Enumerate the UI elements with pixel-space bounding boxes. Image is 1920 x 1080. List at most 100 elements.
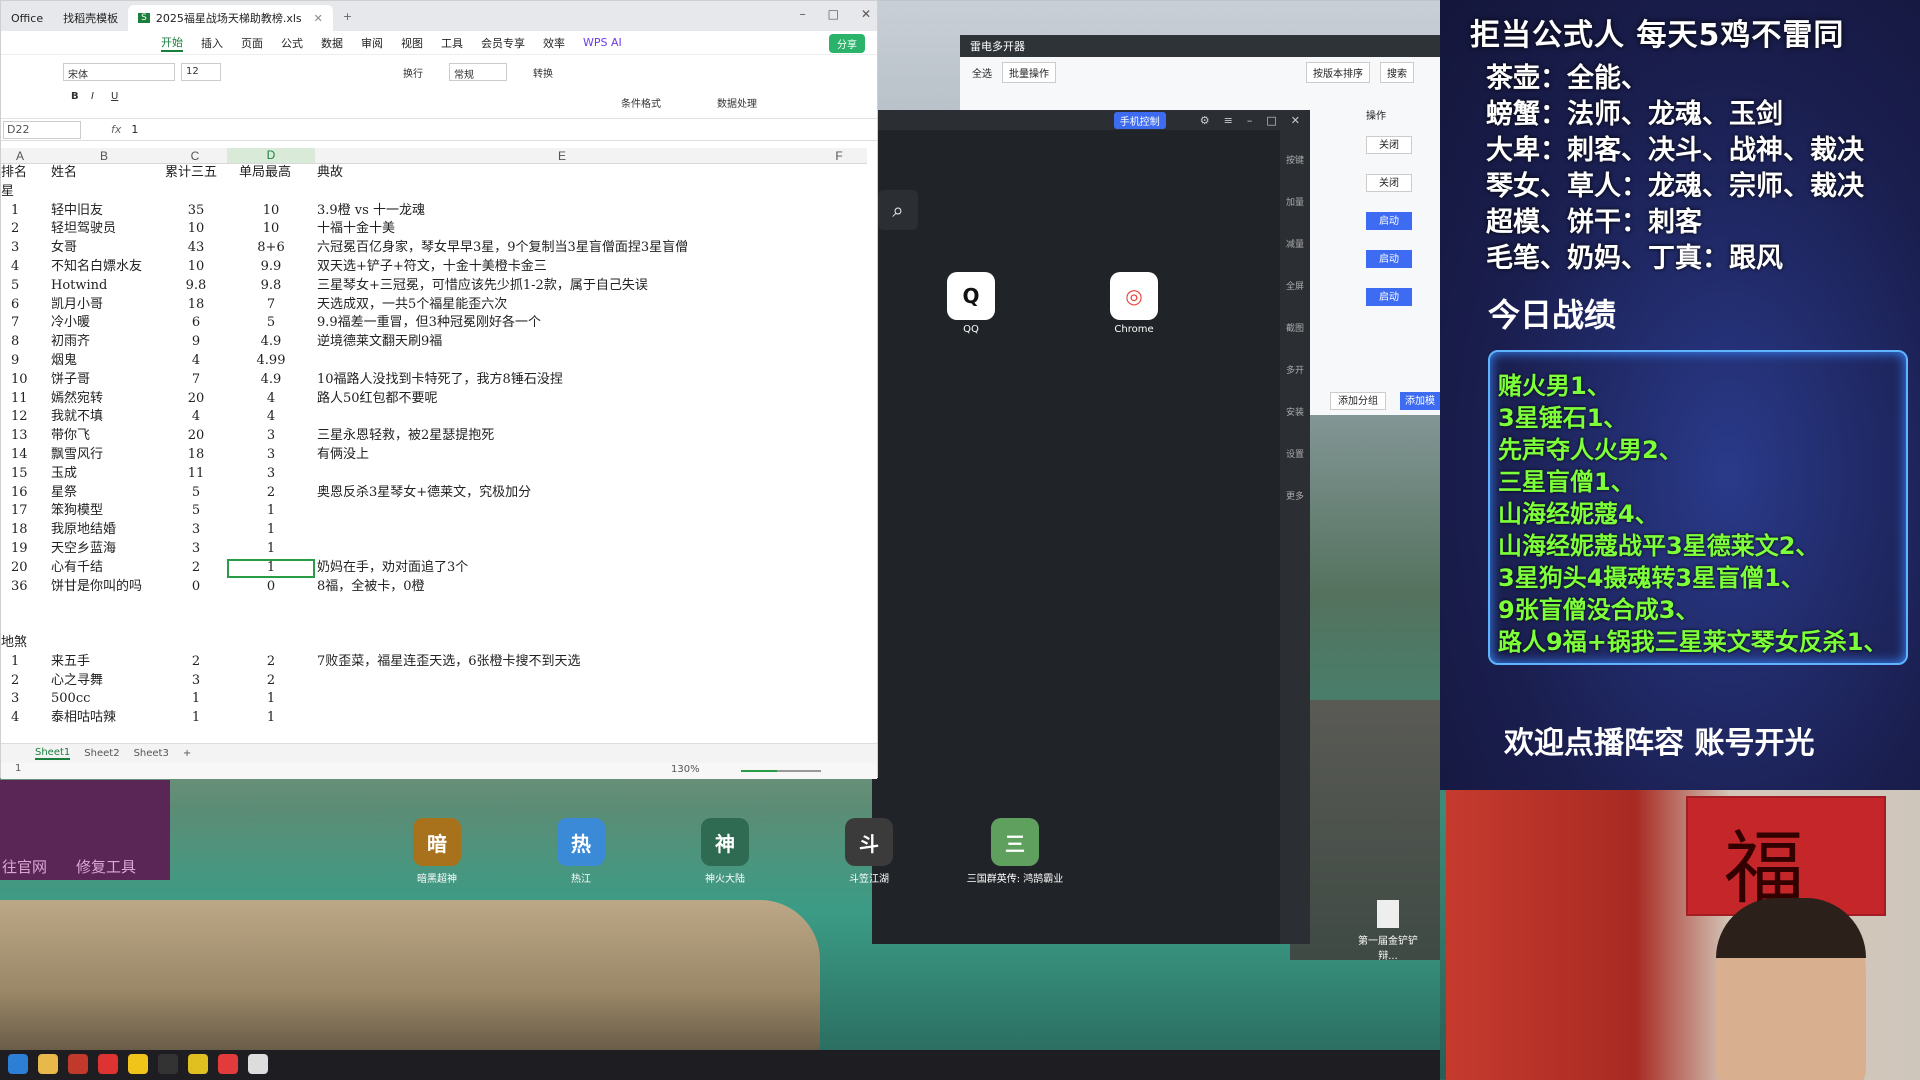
cell-c[interactable]: 3 xyxy=(171,521,221,540)
header-cell[interactable]: 排名 xyxy=(1,164,27,183)
cell-a[interactable]: 12 xyxy=(11,408,39,427)
cell-reference-box[interactable]: D22 xyxy=(3,120,81,139)
app-icon[interactable] xyxy=(68,1054,88,1074)
menu-item[interactable]: 插入 xyxy=(201,35,223,51)
sidebar-item-keys[interactable]: 按键 xyxy=(1280,140,1310,182)
italic-icon[interactable]: I xyxy=(91,91,94,102)
settings-icon[interactable]: ⚙ xyxy=(1200,114,1210,127)
close-button[interactable]: 关闭 xyxy=(1366,174,1412,192)
select-all-checkbox[interactable]: 全选 xyxy=(972,65,992,80)
zoom-slider[interactable] xyxy=(741,770,821,772)
cell-a[interactable]: 8 xyxy=(11,333,39,352)
column-header[interactable]: E xyxy=(315,149,809,163)
header-cell[interactable]: 单局最高 xyxy=(239,164,291,183)
close-icon[interactable]: ✕ xyxy=(1291,114,1300,127)
cell-a[interactable]: 3 xyxy=(11,239,39,258)
cell-e[interactable]: 3.9橙 vs 十一龙魂 xyxy=(317,202,425,221)
cell-d[interactable]: 10 xyxy=(231,220,311,239)
sheet-tab[interactable]: Sheet2 xyxy=(84,748,119,759)
cell-e[interactable]: 奥恩反杀3星琴女+德莱文，究极加分 xyxy=(317,484,531,503)
app-game[interactable]: 神 神火大陆 xyxy=(690,818,760,885)
cell-d[interactable]: 7 xyxy=(231,296,311,315)
edge-icon[interactable] xyxy=(8,1054,28,1074)
sidebar-item-multi[interactable]: 多开 xyxy=(1280,350,1310,392)
cell-e[interactable]: 9.9福差一重冒，但3种冠冕刚好各一个 xyxy=(317,314,541,333)
add-sheet-icon[interactable]: + xyxy=(183,748,191,759)
cell-b[interactable]: 凯月小哥 xyxy=(51,296,161,315)
cell-a[interactable]: 7 xyxy=(11,314,39,333)
font-size-select[interactable]: 12 xyxy=(181,63,221,81)
close-button[interactable]: 关闭 xyxy=(1366,136,1412,154)
cell-b[interactable]: 嫣然宛转 xyxy=(51,390,161,409)
cell-d[interactable]: 0 xyxy=(231,578,311,597)
column-header[interactable]: A xyxy=(1,149,39,163)
cell-e[interactable]: 天选成双，一共5个福星能歪六次 xyxy=(317,296,507,315)
cell-b[interactable]: 我就不填 xyxy=(51,408,161,427)
menu-item[interactable]: 审阅 xyxy=(361,35,383,51)
cell-a[interactable]: 15 xyxy=(11,465,39,484)
bold-icon[interactable]: B xyxy=(71,91,79,102)
cell-c[interactable]: 4 xyxy=(171,408,221,427)
cell-e[interactable]: 三星永恩轻救，被2星瑟提抱死 xyxy=(317,427,494,446)
column-header[interactable]: B xyxy=(45,149,163,163)
underline-icon[interactable]: U xyxy=(111,91,118,102)
cell-a[interactable]: 2 xyxy=(11,220,39,239)
cell-e[interactable]: 奶妈在手，劝对面追了3个 xyxy=(317,559,468,578)
cell-d[interactable]: 4 xyxy=(231,408,311,427)
cell-b[interactable]: 星祭 xyxy=(51,484,161,503)
cell-b[interactable]: 饼子哥 xyxy=(51,371,161,390)
repair-tool-link[interactable]: 修复工具 xyxy=(76,856,136,877)
sheet-tab[interactable]: Sheet1 xyxy=(35,747,71,760)
menu-item[interactable]: 页面 xyxy=(241,35,263,51)
maximize-icon[interactable]: □ xyxy=(1266,114,1276,127)
cell-a[interactable]: 11 xyxy=(11,390,39,409)
cell-e[interactable]: 8福，全被卡，0橙 xyxy=(317,578,425,597)
cell-c[interactable]: 35 xyxy=(171,202,221,221)
cell-d[interactable]: 9.9 xyxy=(231,258,311,277)
cell-e[interactable]: 路人50红包都不要呢 xyxy=(317,390,438,409)
cell-d[interactable]: 4.9 xyxy=(231,371,311,390)
cell-b[interactable]: 饼甘是你叫的吗 xyxy=(51,578,161,597)
minimize-icon[interactable]: – xyxy=(800,7,806,21)
app-game[interactable]: 三 三国群英传: 鸿鹄霸业 xyxy=(960,818,1070,885)
search-icon[interactable]: ⌕ xyxy=(878,190,918,230)
cell-c[interactable]: 18 xyxy=(171,446,221,465)
app-game[interactable]: 斗 斗笠江湖 xyxy=(834,818,904,885)
cell-c[interactable]: 0 xyxy=(171,578,221,597)
cell-d[interactable]: 1 xyxy=(231,502,311,521)
app-icon[interactable] xyxy=(128,1054,148,1074)
sidebar-item-install[interactable]: 安装 xyxy=(1280,392,1310,434)
cell-b[interactable]: 不知名白嫖水友 xyxy=(51,258,161,277)
cell-c[interactable]: 1 xyxy=(171,709,221,728)
cell-a[interactable]: 1 xyxy=(11,202,39,221)
menu-item[interactable]: WPS AI xyxy=(583,36,622,49)
cell-c[interactable]: 2 xyxy=(171,559,221,578)
cell-d[interactable]: 1 xyxy=(231,690,311,709)
wrap-text-button[interactable]: 换行 xyxy=(403,65,423,80)
app-icon[interactable] xyxy=(248,1054,268,1074)
cell-c[interactable]: 9.8 xyxy=(171,277,221,296)
app-icon[interactable] xyxy=(98,1054,118,1074)
cell-b[interactable]: 烟鬼 xyxy=(51,352,161,371)
cell-b[interactable]: 初雨齐 xyxy=(51,333,161,352)
app-game[interactable]: 暗 暗黑超神 xyxy=(402,818,472,885)
app-icon[interactable] xyxy=(218,1054,238,1074)
share-button[interactable]: 分享 xyxy=(829,34,865,53)
desktop-file[interactable]: 第一届金铲铲辩... xyxy=(1358,900,1418,962)
cell-c[interactable]: 18 xyxy=(171,296,221,315)
phone-control-badge[interactable]: 手机控制 xyxy=(1113,111,1166,129)
cell-a[interactable]: 1 xyxy=(11,653,39,672)
column-header[interactable]: D xyxy=(227,148,315,163)
cell-a[interactable]: 36 xyxy=(11,578,39,597)
cell-d[interactable]: 3 xyxy=(231,427,311,446)
cell-b[interactable]: 轻中旧友 xyxy=(51,202,161,221)
cell-d[interactable]: 1 xyxy=(231,521,311,540)
cell-c[interactable]: 4 xyxy=(171,352,221,371)
cell-d[interactable]: 4.99 xyxy=(231,352,311,371)
cell-b[interactable]: 轻坦驾驶员 xyxy=(51,220,161,239)
cell-c[interactable]: 10 xyxy=(171,258,221,277)
cell-b[interactable]: 心之寻舞 xyxy=(51,672,161,691)
cell-a[interactable]: 3 xyxy=(11,690,39,709)
sheet-tab[interactable]: Sheet3 xyxy=(134,748,169,759)
cell-d[interactable]: 4.9 xyxy=(231,333,311,352)
